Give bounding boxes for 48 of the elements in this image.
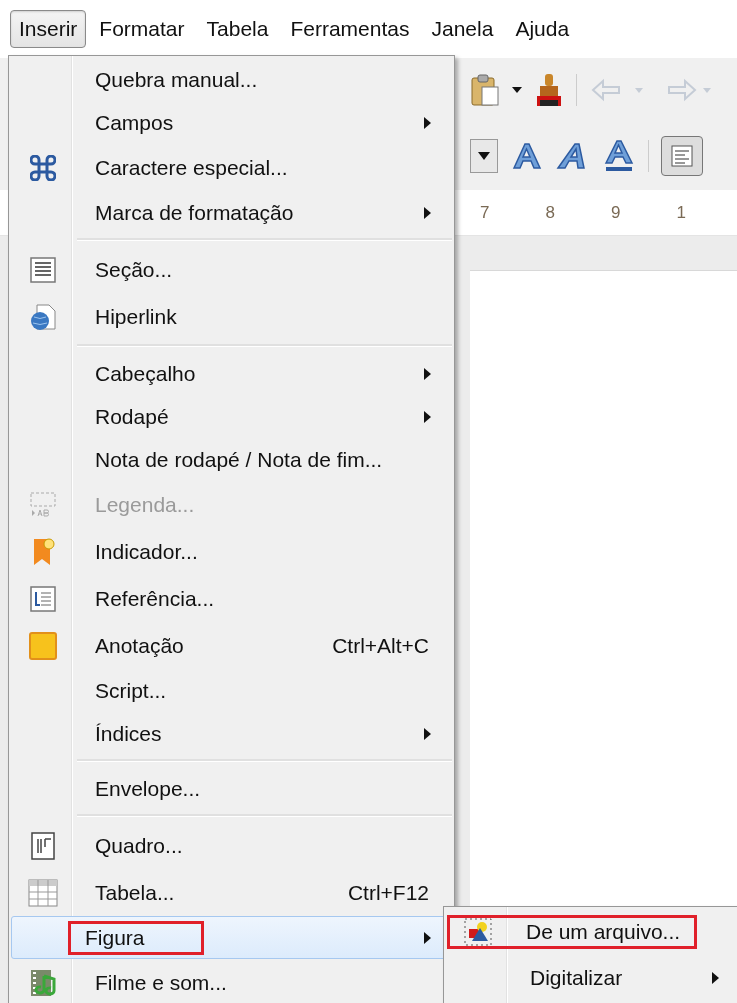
- menu-title[interactable]: Formatar: [90, 10, 194, 48]
- globe-document-icon: [29, 302, 57, 331]
- menu-item[interactable]: Hiperlink: [11, 293, 452, 340]
- paste-icon[interactable]: [470, 73, 500, 107]
- bold-text-icon[interactable]: [510, 140, 544, 172]
- menu-title[interactable]: Inserir: [10, 10, 87, 48]
- menu-item[interactable]: Anotação Ctrl+Alt+C: [11, 622, 452, 669]
- ruler-number: 9: [610, 202, 621, 223]
- underline-text-icon[interactable]: [602, 139, 636, 173]
- section-icon: [29, 255, 57, 284]
- note-icon: [28, 630, 58, 661]
- ruler-number: 7: [480, 202, 490, 223]
- menu-item[interactable]: Script...: [11, 669, 452, 712]
- paintbrush-icon[interactable]: [534, 72, 564, 108]
- menu-item[interactable]: Marca de formatação: [11, 191, 452, 234]
- film-music-icon: [29, 967, 57, 998]
- caret-icon: [478, 152, 490, 160]
- menu-title[interactable]: Ferramentas: [281, 10, 419, 48]
- menu-item[interactable]: Campos: [11, 101, 452, 144]
- reference-icon: [29, 584, 57, 613]
- caption-icon: [29, 490, 57, 519]
- menu-item[interactable]: Nota de rodapé / Nota de fim...: [11, 438, 452, 481]
- menu-title[interactable]: Janela: [422, 10, 503, 48]
- menu-item[interactable]: Caractere especial...: [11, 144, 452, 191]
- caret-icon[interactable]: [512, 87, 522, 93]
- menu-item[interactable]: Tabela... Ctrl+F12: [11, 869, 452, 916]
- menu-item[interactable]: Cabeçalho: [11, 352, 452, 395]
- menu-item[interactable]: Quebra manual...: [11, 58, 452, 101]
- table-icon: [28, 878, 58, 907]
- shortcut-text: Ctrl+F12: [347, 880, 429, 905]
- menu-item[interactable]: Rodapé: [11, 395, 452, 438]
- menu-item[interactable]: Quadro...: [11, 822, 452, 869]
- command-symbol-icon: [30, 154, 56, 181]
- align-left-icon: [671, 145, 693, 167]
- shortcut-text: Ctrl+Alt+C: [332, 633, 429, 658]
- menu-item[interactable]: Envelope...: [11, 767, 452, 810]
- dropdown-button[interactable]: [470, 139, 498, 173]
- menu-item[interactable]: Índices: [11, 712, 452, 755]
- ruler-number: 8: [545, 202, 555, 223]
- menu-item[interactable]: Referência...: [11, 575, 452, 622]
- menu-item[interactable]: Indicador...: [11, 528, 452, 575]
- align-left-button[interactable]: [661, 136, 703, 176]
- image-icon: [463, 917, 493, 947]
- frame-icon: [29, 830, 57, 861]
- ruler-number: 1: [676, 202, 686, 223]
- menu-title[interactable]: Tabela: [197, 10, 278, 48]
- menu-title[interactable]: Ajuda: [506, 10, 579, 48]
- menu-item[interactable]: Seção...: [11, 246, 452, 293]
